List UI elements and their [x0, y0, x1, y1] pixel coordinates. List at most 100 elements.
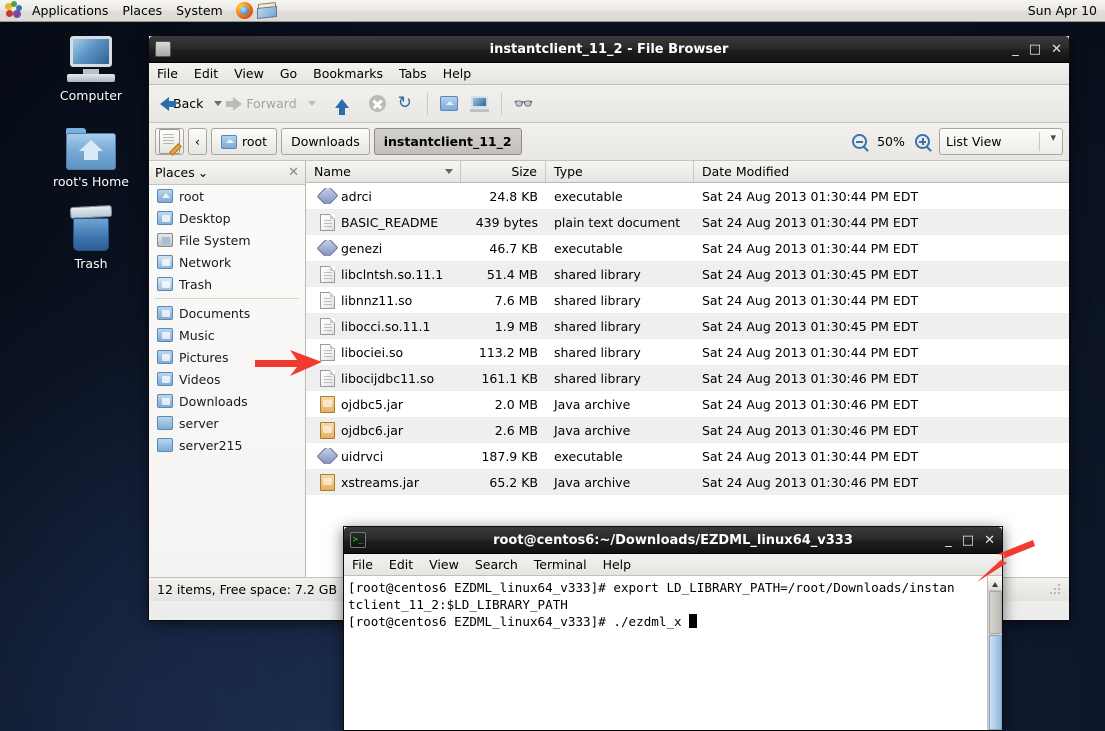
- breadcrumb-instantclient[interactable]: instantclient_11_2: [373, 128, 522, 155]
- sidebar-item-documents[interactable]: Documents: [149, 302, 305, 324]
- menu-file[interactable]: File: [344, 555, 381, 574]
- menu-bookmarks[interactable]: Bookmarks: [305, 64, 391, 83]
- file-date-modified: Sat 24 Aug 2013 01:30:45 PM EDT: [702, 266, 919, 282]
- sidebar-item-label: Downloads: [179, 393, 248, 409]
- back-button[interactable]: Back: [155, 93, 208, 114]
- sidebar-item-label: server215: [179, 437, 243, 453]
- zoom-out-icon[interactable]: [852, 134, 867, 149]
- menu-go[interactable]: Go: [272, 64, 305, 83]
- menu-view[interactable]: View: [226, 64, 272, 83]
- file-size: 1.9 MB: [494, 318, 538, 334]
- column-header-size[interactable]: Size: [461, 161, 546, 182]
- terminal-titlebar[interactable]: >_ root@centos6:~/Downloads/EZDML_linux6…: [344, 527, 1002, 554]
- file-browser-titlebar[interactable]: instantclient_11_2 - File Browser _ □ ✕: [149, 36, 1069, 63]
- help-book-icon[interactable]: [257, 1, 278, 21]
- panel-menu-places[interactable]: Places: [115, 2, 169, 20]
- resize-grip[interactable]: [1049, 583, 1061, 596]
- menu-file[interactable]: File: [149, 64, 186, 83]
- column-header-name[interactable]: Name: [306, 161, 461, 182]
- home-button[interactable]: [435, 93, 463, 114]
- menu-tabs[interactable]: Tabs: [391, 64, 435, 83]
- sort-descending-icon: [445, 169, 453, 174]
- firefox-icon[interactable]: [235, 1, 256, 21]
- table-row[interactable]: libocci.so.11.1 1.9 MB shared library Sat 2…: [306, 313, 1069, 339]
- search-button[interactable]: 👓: [509, 91, 539, 116]
- file-type: executable: [554, 188, 623, 204]
- sidebar-item-root[interactable]: root: [149, 185, 305, 207]
- table-row[interactable]: xstreams.jar 65.2 KB Java archive Sat 24 Au…: [306, 469, 1069, 495]
- places-header[interactable]: Places ⌄ ✕: [149, 161, 305, 185]
- menu-terminal[interactable]: Terminal: [526, 555, 595, 574]
- menu-edit[interactable]: Edit: [186, 64, 226, 83]
- menu-help[interactable]: Help: [435, 64, 480, 83]
- forward-button[interactable]: Forward: [226, 93, 301, 114]
- sidebar-item-file-system[interactable]: File System: [149, 229, 305, 251]
- desktop-icon-computer[interactable]: Computer: [36, 32, 146, 103]
- panel-menu-system[interactable]: System: [169, 2, 230, 20]
- downloads-folder-icon: [157, 394, 173, 408]
- panel-menu-applications[interactable]: Applications: [25, 2, 115, 20]
- view-mode-select[interactable]: List View ▾: [939, 128, 1063, 155]
- back-dropdown-button[interactable]: [210, 98, 226, 109]
- menu-edit[interactable]: Edit: [381, 555, 421, 574]
- table-row[interactable]: libociei.so 113.2 MB shared library Sat 24 …: [306, 339, 1069, 365]
- table-row[interactable]: libnnz11.so 7.6 MB shared library Sat 24 Au…: [306, 287, 1069, 313]
- maximize-button[interactable]: □: [1029, 43, 1041, 56]
- desktop-icon-trash[interactable]: Trash: [36, 200, 146, 271]
- gnome-foot-icon[interactable]: [4, 1, 23, 20]
- places-chevron-down-icon[interactable]: ⌄: [198, 165, 208, 180]
- breadcrumb-prev-button[interactable]: ‹: [188, 128, 207, 155]
- table-row[interactable]: libclntsh.so.11.1 51.4 MB shared library Sa…: [306, 261, 1069, 287]
- sidebar-item-network[interactable]: Network: [149, 251, 305, 273]
- table-row[interactable]: genezi 46.7 KB executable Sat 24 Aug 2013 0…: [306, 235, 1069, 261]
- document-icon: [320, 369, 335, 387]
- sidebar-item-pictures[interactable]: Pictures: [149, 346, 305, 368]
- scrollbar-thumb[interactable]: [989, 591, 1002, 634]
- column-header-type[interactable]: Type: [546, 161, 694, 182]
- breadcrumb-root[interactable]: root: [211, 128, 278, 155]
- sidebar-item-trash[interactable]: Trash: [149, 273, 305, 295]
- table-row[interactable]: ojdbc6.jar 2.6 MB Java archive Sat 24 Aug 2…: [306, 417, 1069, 443]
- menu-view[interactable]: View: [421, 555, 467, 574]
- column-header-date[interactable]: Date Modified: [694, 161, 1069, 182]
- forward-dropdown-button[interactable]: [304, 98, 320, 109]
- terminal-scrollbar[interactable]: [987, 576, 1002, 730]
- folder-icon: [157, 438, 173, 452]
- close-icon[interactable]: ✕: [288, 165, 299, 180]
- scroll-up-button[interactable]: [988, 576, 1002, 591]
- table-row[interactable]: uidrvci 187.9 KB executable Sat 24 Aug 2013…: [306, 443, 1069, 469]
- table-row[interactable]: adrci 24.8 KB executable Sat 24 Aug 2013 01…: [306, 183, 1069, 209]
- desktop-icon-home[interactable]: root's Home: [36, 118, 146, 189]
- terminal-menubar: File Edit View Search Terminal Help: [344, 554, 1002, 576]
- menu-help[interactable]: Help: [595, 555, 640, 574]
- close-button[interactable]: ✕: [984, 534, 995, 547]
- terminal-line: tclient_11_2:$LD_LIBRARY_PATH: [348, 597, 568, 612]
- menu-search[interactable]: Search: [467, 555, 526, 574]
- sidebar-item-server215[interactable]: server215: [149, 434, 305, 456]
- sidebar-item-videos[interactable]: Videos: [149, 368, 305, 390]
- zoom-in-icon[interactable]: [915, 134, 930, 149]
- close-button[interactable]: ✕: [1051, 43, 1062, 56]
- edit-location-button[interactable]: [155, 128, 184, 155]
- maximize-button[interactable]: □: [962, 534, 974, 547]
- reload-button[interactable]: ↻: [393, 92, 420, 115]
- file-size: 2.6 MB: [494, 422, 538, 438]
- table-row[interactable]: libocijdbc11.so 161.1 KB shared library Sat…: [306, 365, 1069, 391]
- sidebar-item-downloads[interactable]: Downloads: [149, 390, 305, 412]
- sidebar-item-label: root: [179, 188, 205, 204]
- minimize-button[interactable]: _: [945, 534, 952, 547]
- file-size: 46.7 KB: [489, 240, 538, 256]
- table-row[interactable]: ojdbc5.jar 2.0 MB Java archive Sat 24 Aug 2…: [306, 391, 1069, 417]
- computer-button[interactable]: [465, 93, 494, 115]
- breadcrumb-downloads[interactable]: Downloads: [281, 128, 370, 155]
- sidebar-item-server[interactable]: server: [149, 412, 305, 434]
- table-row[interactable]: BASIC_README 439 bytes plain text document…: [306, 209, 1069, 235]
- minimize-button[interactable]: _: [1012, 43, 1019, 56]
- sidebar-item-music[interactable]: Music: [149, 324, 305, 346]
- scrollbar-thumb-lower[interactable]: [989, 635, 1002, 730]
- sidebar-item-desktop[interactable]: Desktop: [149, 207, 305, 229]
- panel-clock[interactable]: Sun Apr 10: [1028, 3, 1097, 18]
- up-button[interactable]: [330, 96, 354, 115]
- stop-button[interactable]: [364, 92, 391, 115]
- terminal-output[interactable]: [root@centos6 EZDML_linux64_v333]# expor…: [344, 576, 1002, 730]
